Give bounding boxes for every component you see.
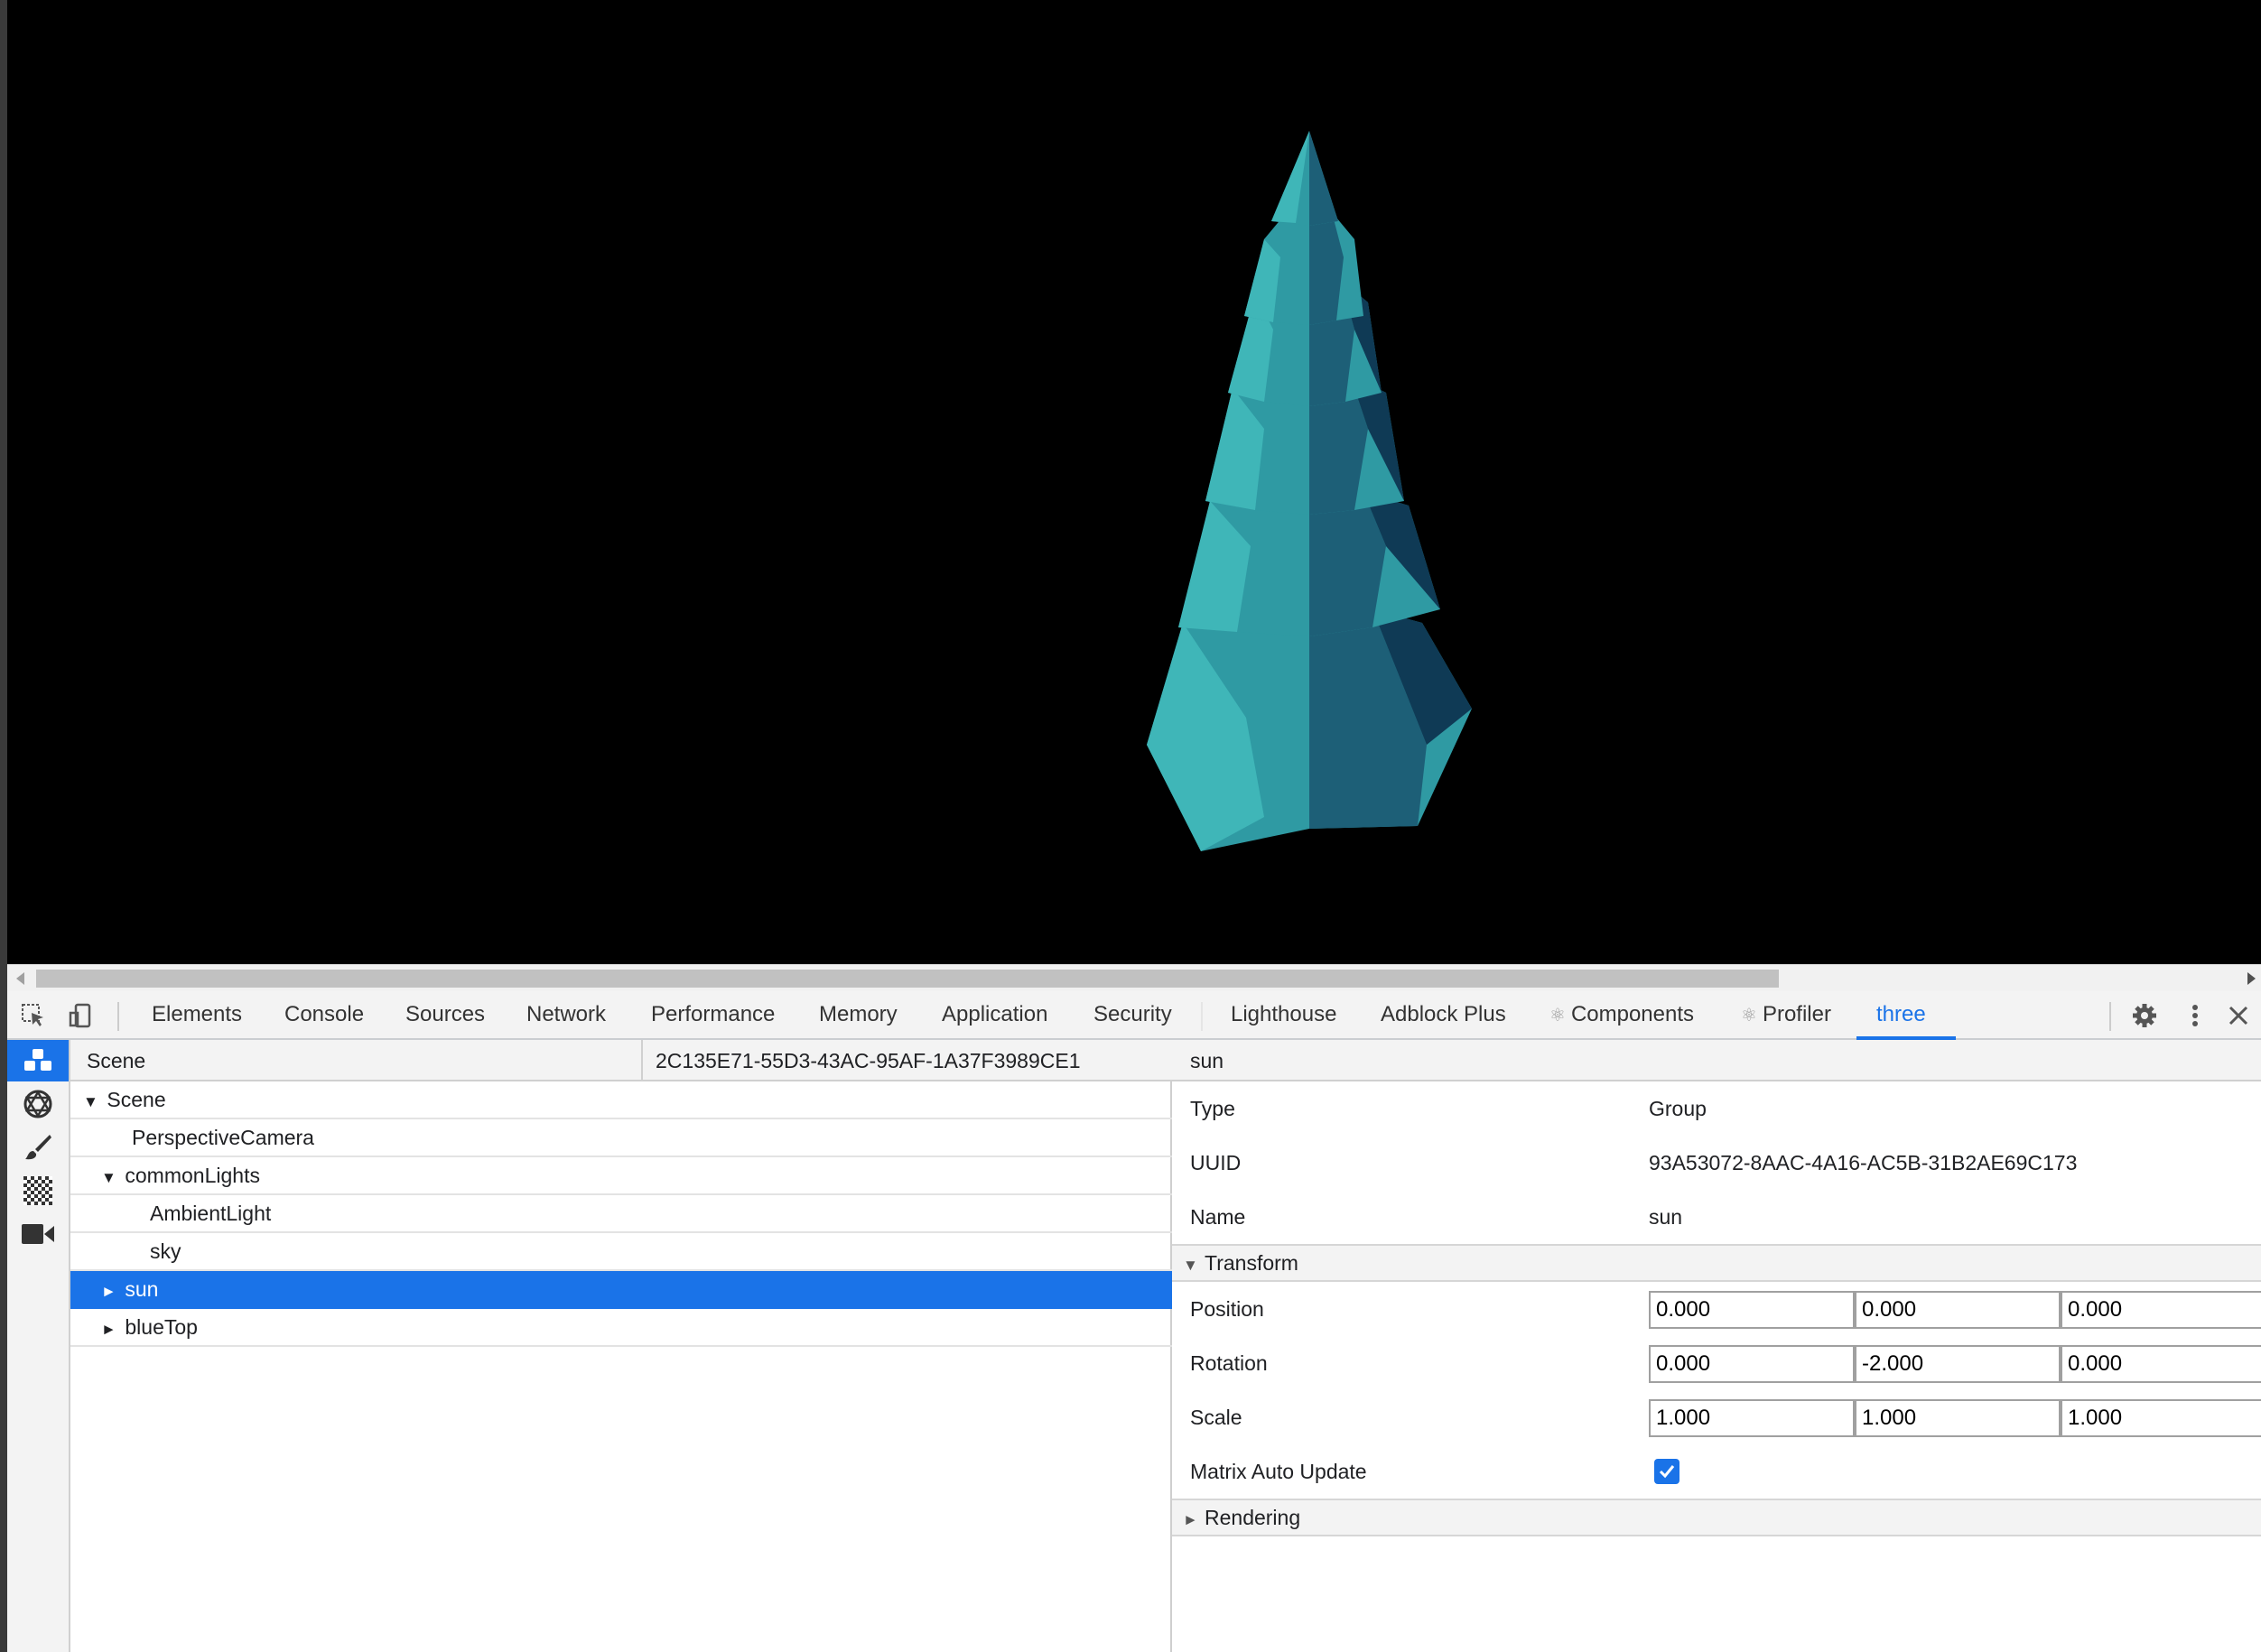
tree-item-selected[interactable]: ► sun	[70, 1271, 1172, 1309]
tree-item[interactable]: ▼ Scene	[70, 1081, 1172, 1119]
collapse-toggle-icon[interactable]: ▼	[1183, 1248, 1205, 1283]
scene-select[interactable]: 2C135E71-55D3-43AC-95AF-1A37F3989CE1	[641, 1040, 1190, 1081]
scene-header-label: Scene	[87, 1049, 146, 1072]
tree-item[interactable]: AmbientLight	[70, 1195, 1172, 1233]
tab-lighthouse[interactable]: Lighthouse	[1231, 991, 1336, 1038]
properties-header: sun	[1172, 1040, 2261, 1081]
prop-matrix-auto-update: Matrix Auto Update	[1172, 1444, 2261, 1499]
position-x-input[interactable]	[1649, 1291, 1855, 1329]
checkmark-icon	[1659, 1465, 1675, 1479]
transform-section-header[interactable]: ▼ Transform	[1172, 1244, 2261, 1282]
tab-profiler[interactable]: ⚛ Profiler	[1741, 991, 1831, 1038]
device-toolbar-icon[interactable]	[65, 1002, 96, 1029]
prop-name: Name sun	[1190, 1205, 1683, 1229]
scale-x-input[interactable]	[1649, 1399, 1855, 1437]
properties-panel: sun Type Group UUID 93A53072-8AAC-4A16-A…	[1172, 1040, 2261, 1652]
expand-toggle-icon[interactable]: ►	[1183, 1503, 1205, 1537]
tab-performance[interactable]: Performance	[651, 991, 775, 1038]
scene-select-value: 2C135E71-55D3-43AC-95AF-1A37F3989CE1	[656, 1049, 1081, 1072]
settings-gear-icon[interactable]	[2129, 1002, 2160, 1029]
tree-item[interactable]: PerspectiveCamera	[70, 1119, 1172, 1157]
window-edge	[0, 0, 7, 1652]
material-brush-icon[interactable]	[7, 1127, 69, 1168]
matrix-auto-update-checkbox[interactable]	[1654, 1459, 1679, 1484]
camera-video-icon[interactable]	[7, 1213, 69, 1255]
rendering-section-header[interactable]: ► Rendering	[1172, 1499, 2261, 1536]
tree-item[interactable]: ▼ commonLights	[70, 1157, 1172, 1195]
scrollbar-thumb[interactable]	[36, 970, 1779, 988]
prop-position: Position	[1172, 1282, 2261, 1336]
scale-z-input[interactable]	[2061, 1399, 2261, 1437]
webgl-viewport[interactable]	[0, 0, 2261, 964]
close-icon[interactable]	[2223, 1002, 2254, 1029]
tree-model	[1147, 131, 1472, 851]
prop-scale: Scale	[1172, 1390, 2261, 1444]
scene-header: Scene 2C135E71-55D3-43AC-95AF-1A37F3989C…	[70, 1040, 1186, 1081]
tab-elements[interactable]: Elements	[152, 991, 242, 1038]
scene-graph-panel: Scene 2C135E71-55D3-43AC-95AF-1A37F3989C…	[70, 1040, 1227, 1652]
rotation-y-input[interactable]	[1855, 1345, 2061, 1383]
tab-adblock-plus[interactable]: Adblock Plus	[1381, 991, 1506, 1038]
position-z-input[interactable]	[2061, 1291, 2261, 1329]
prop-rotation: Rotation	[1172, 1336, 2261, 1390]
scroll-left-icon[interactable]	[16, 972, 24, 985]
tab-three[interactable]: three	[1876, 991, 1926, 1038]
texture-checker-icon[interactable]	[7, 1170, 69, 1211]
tree-item[interactable]: sky	[70, 1233, 1172, 1271]
react-icon: ⚛	[1549, 1006, 1566, 1026]
tab-application[interactable]: Application	[942, 991, 1047, 1038]
scroll-right-icon[interactable]	[2247, 972, 2256, 985]
prop-type: Type Group	[1190, 1097, 1707, 1120]
rotation-z-input[interactable]	[2061, 1345, 2261, 1383]
tab-console[interactable]: Console	[284, 991, 364, 1038]
scale-y-input[interactable]	[1855, 1399, 2061, 1437]
scene-graph-icon[interactable]	[7, 1040, 69, 1081]
expand-toggle-icon[interactable]: ►	[101, 1312, 119, 1348]
rotation-x-input[interactable]	[1649, 1345, 1855, 1383]
tree-item[interactable]: ► blueTop	[70, 1309, 1172, 1347]
panel-sidebar	[7, 1040, 70, 1652]
more-options-icon[interactable]	[2180, 1002, 2210, 1029]
tab-network[interactable]: Network	[526, 991, 606, 1038]
horizontal-scrollbar[interactable]	[7, 964, 2261, 991]
position-y-input[interactable]	[1855, 1291, 2061, 1329]
expand-toggle-icon[interactable]: ▼	[83, 1084, 101, 1120]
inspect-element-icon[interactable]	[18, 1002, 49, 1029]
tab-components[interactable]: ⚛ Components	[1549, 991, 1694, 1038]
expand-toggle-icon[interactable]: ▼	[101, 1160, 119, 1196]
tab-sources[interactable]: Sources	[405, 991, 485, 1038]
prop-uuid: UUID 93A53072-8AAC-4A16-AC5B-31B2AE69C17…	[1190, 1151, 2078, 1174]
geometry-icon[interactable]	[7, 1083, 69, 1125]
react-icon: ⚛	[1741, 1006, 1757, 1026]
expand-toggle-icon[interactable]: ►	[101, 1274, 119, 1310]
tab-security[interactable]: Security	[1093, 991, 1172, 1038]
tab-memory[interactable]: Memory	[819, 991, 898, 1038]
devtools-toolbar: Elements Console Sources Network Perform…	[7, 991, 2261, 1040]
